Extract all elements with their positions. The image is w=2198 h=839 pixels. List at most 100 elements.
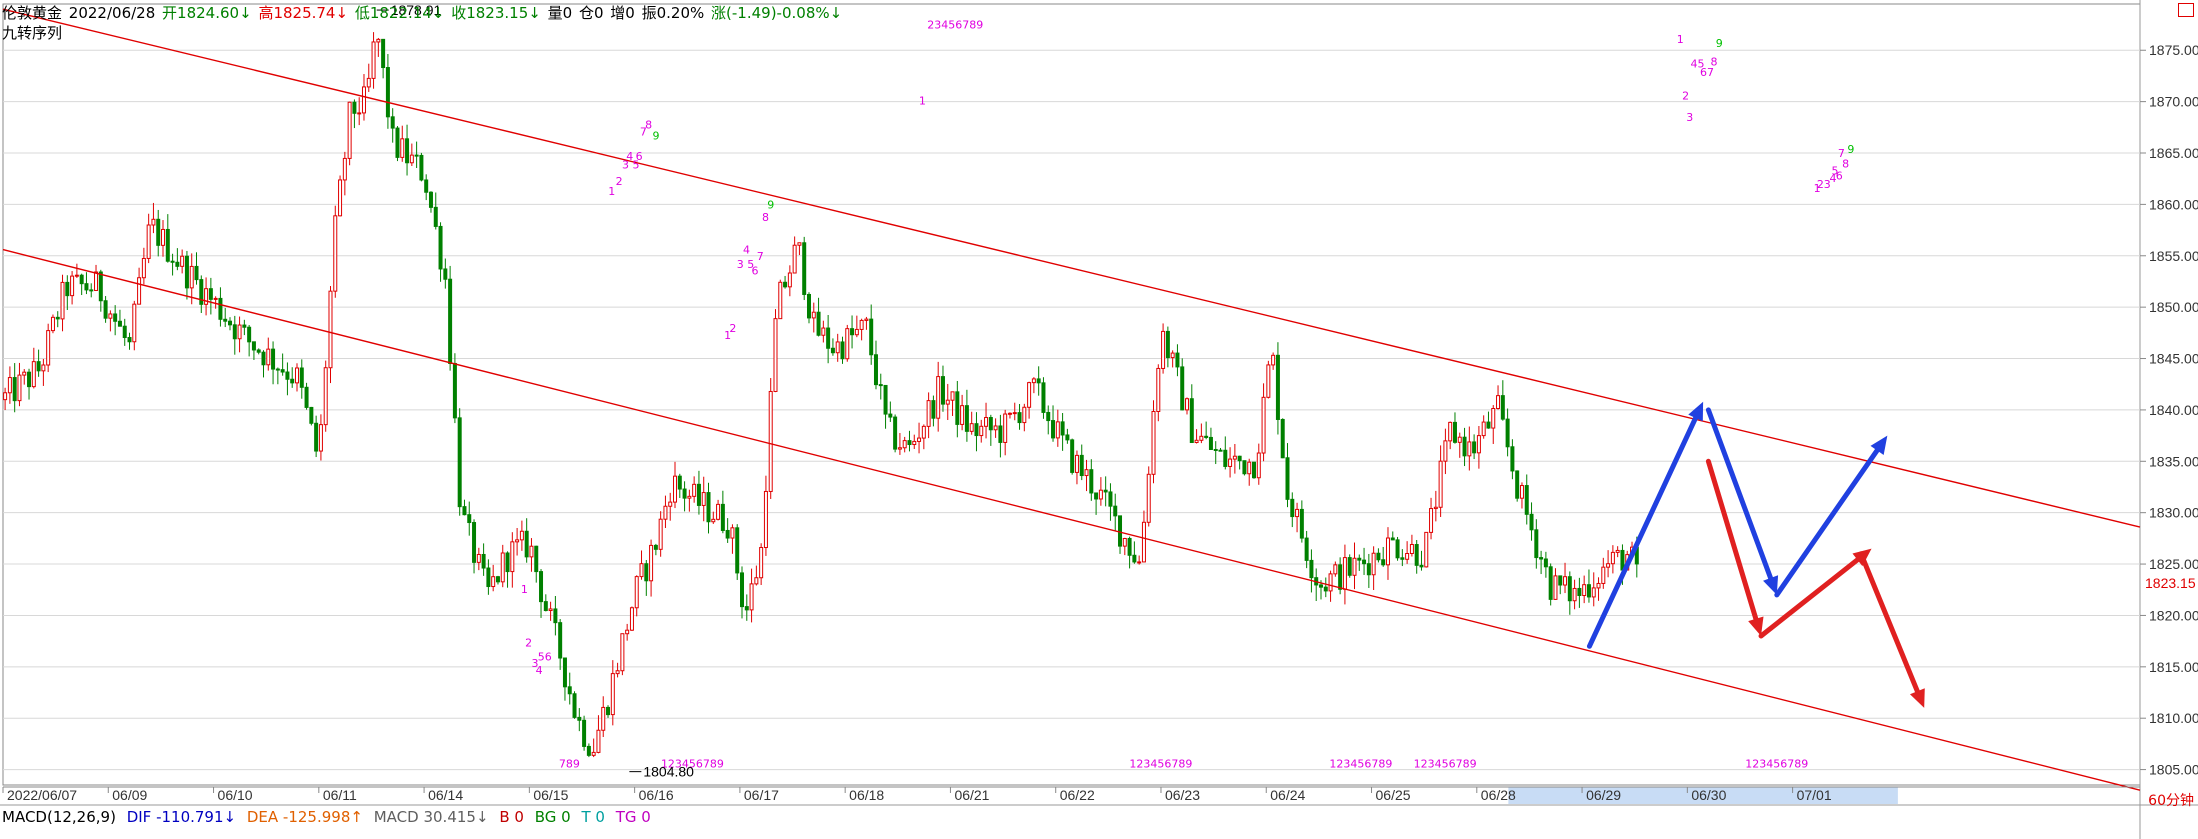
candle-body	[208, 288, 213, 300]
candle-body	[1271, 354, 1276, 366]
candle-body	[180, 255, 185, 267]
candle-body	[902, 440, 907, 449]
macd-bg: BG 0	[534, 808, 571, 826]
quote-date: 2022/06/28	[68, 4, 156, 22]
candle-body	[1199, 435, 1204, 441]
candle-body	[1390, 537, 1395, 541]
candle-body	[682, 488, 687, 499]
candle-body	[850, 328, 855, 336]
x-tick-label: 06/17	[744, 787, 779, 803]
sequence-label: 2	[525, 636, 532, 649]
candle-body	[1299, 508, 1304, 539]
candle-body	[725, 529, 730, 539]
candle-body	[1275, 354, 1280, 420]
sequence-label: 789	[559, 758, 580, 771]
candle-body	[1151, 410, 1156, 475]
quote-header: 伦敦黄金 2022/06/28 开1824.60↓ 高1825.74↓ 低182…	[2, 2, 844, 23]
candle-body	[472, 522, 477, 563]
candle-body	[395, 127, 400, 158]
candle-body	[1084, 469, 1089, 477]
candle-body	[1577, 587, 1582, 597]
candle-body	[529, 545, 534, 558]
macd-legend: MACD(12,26,9) DIF -110.791↓ DEA -125.998…	[2, 808, 657, 826]
candle-body	[572, 693, 577, 718]
x-tick-label: 06/10	[218, 787, 253, 803]
candle-body	[711, 518, 716, 523]
candle-body	[60, 281, 65, 320]
candle-body	[1534, 529, 1539, 559]
candle-body	[1596, 582, 1601, 589]
candle-body	[1553, 575, 1558, 600]
candle-body	[1548, 566, 1553, 600]
candle-body	[1543, 558, 1548, 568]
candle-body	[1328, 573, 1333, 592]
candle-body	[649, 544, 654, 582]
candle-body	[917, 437, 922, 442]
candle-body	[218, 297, 223, 320]
maximize-icon[interactable]	[2178, 3, 2194, 17]
candle-body	[1232, 455, 1237, 460]
candle-body	[1194, 439, 1199, 443]
candle-body	[462, 506, 467, 516]
candle-body	[1385, 537, 1390, 566]
candle-body	[1017, 412, 1022, 424]
macd-name[interactable]: MACD(12,26,9)	[2, 808, 116, 826]
candle-body	[228, 320, 233, 326]
candle-body	[716, 503, 721, 520]
candle-body	[629, 607, 634, 631]
candle-body	[285, 371, 290, 380]
candle-body	[1309, 559, 1314, 579]
candle-body	[878, 384, 883, 387]
candle-body	[1342, 557, 1347, 590]
candle-body	[577, 716, 582, 721]
indicator-title: 九转序列	[2, 24, 63, 42]
candle-body	[936, 376, 941, 419]
candle-body	[1323, 586, 1328, 592]
candle-body	[409, 154, 414, 164]
candle-body	[27, 371, 32, 388]
candle-body	[1027, 382, 1032, 408]
candle-body	[1247, 461, 1252, 475]
candle-body	[491, 576, 496, 588]
candle-body	[625, 629, 630, 635]
candle-body	[7, 377, 12, 394]
sequence-label: 3	[737, 258, 744, 271]
candle-body	[1012, 412, 1017, 415]
candle-body	[835, 341, 840, 354]
price-grid	[0, 0, 2198, 839]
candle-body	[984, 417, 989, 427]
x-tick-label: 06/25	[1376, 787, 1411, 803]
candle-body	[170, 260, 175, 263]
candle-body	[787, 272, 792, 288]
x-tick-label: 06/24	[1270, 787, 1305, 803]
candle-body	[457, 417, 462, 508]
candle-body	[692, 483, 697, 497]
candle-body	[1094, 492, 1099, 500]
x-tick-label: 06/14	[428, 787, 463, 803]
sequence-label: 1	[608, 185, 615, 198]
candle-body	[184, 255, 189, 289]
candle-body	[1127, 537, 1132, 556]
candle-body	[390, 116, 395, 129]
candle-body	[639, 563, 644, 578]
candle-body	[730, 527, 735, 539]
candle-body	[161, 228, 166, 246]
period-selector[interactable]: 60分钟	[2148, 790, 2194, 810]
candle-body	[357, 112, 362, 115]
sequence-label: 9	[653, 130, 660, 143]
x-tick-label: 06/28	[1481, 787, 1516, 803]
candle-body	[65, 281, 70, 297]
candle-body	[1452, 421, 1457, 443]
candle-body	[338, 179, 343, 217]
red-arrow-shaft	[1705, 458, 1759, 622]
candle-body	[1467, 441, 1472, 457]
candle-body	[673, 475, 678, 503]
candle-body	[414, 154, 419, 157]
candlestick-chart[interactable]: 1805.00 1810.00 1815.00 1820.00 1825.00 1830.…	[0, 0, 2198, 839]
candle-body	[1462, 436, 1467, 457]
candle-body	[519, 530, 524, 541]
candle-body	[1252, 461, 1257, 479]
candle-body	[1476, 435, 1481, 454]
candle-body	[89, 289, 94, 292]
y-tick-label: 1870.00	[2149, 94, 2198, 110]
